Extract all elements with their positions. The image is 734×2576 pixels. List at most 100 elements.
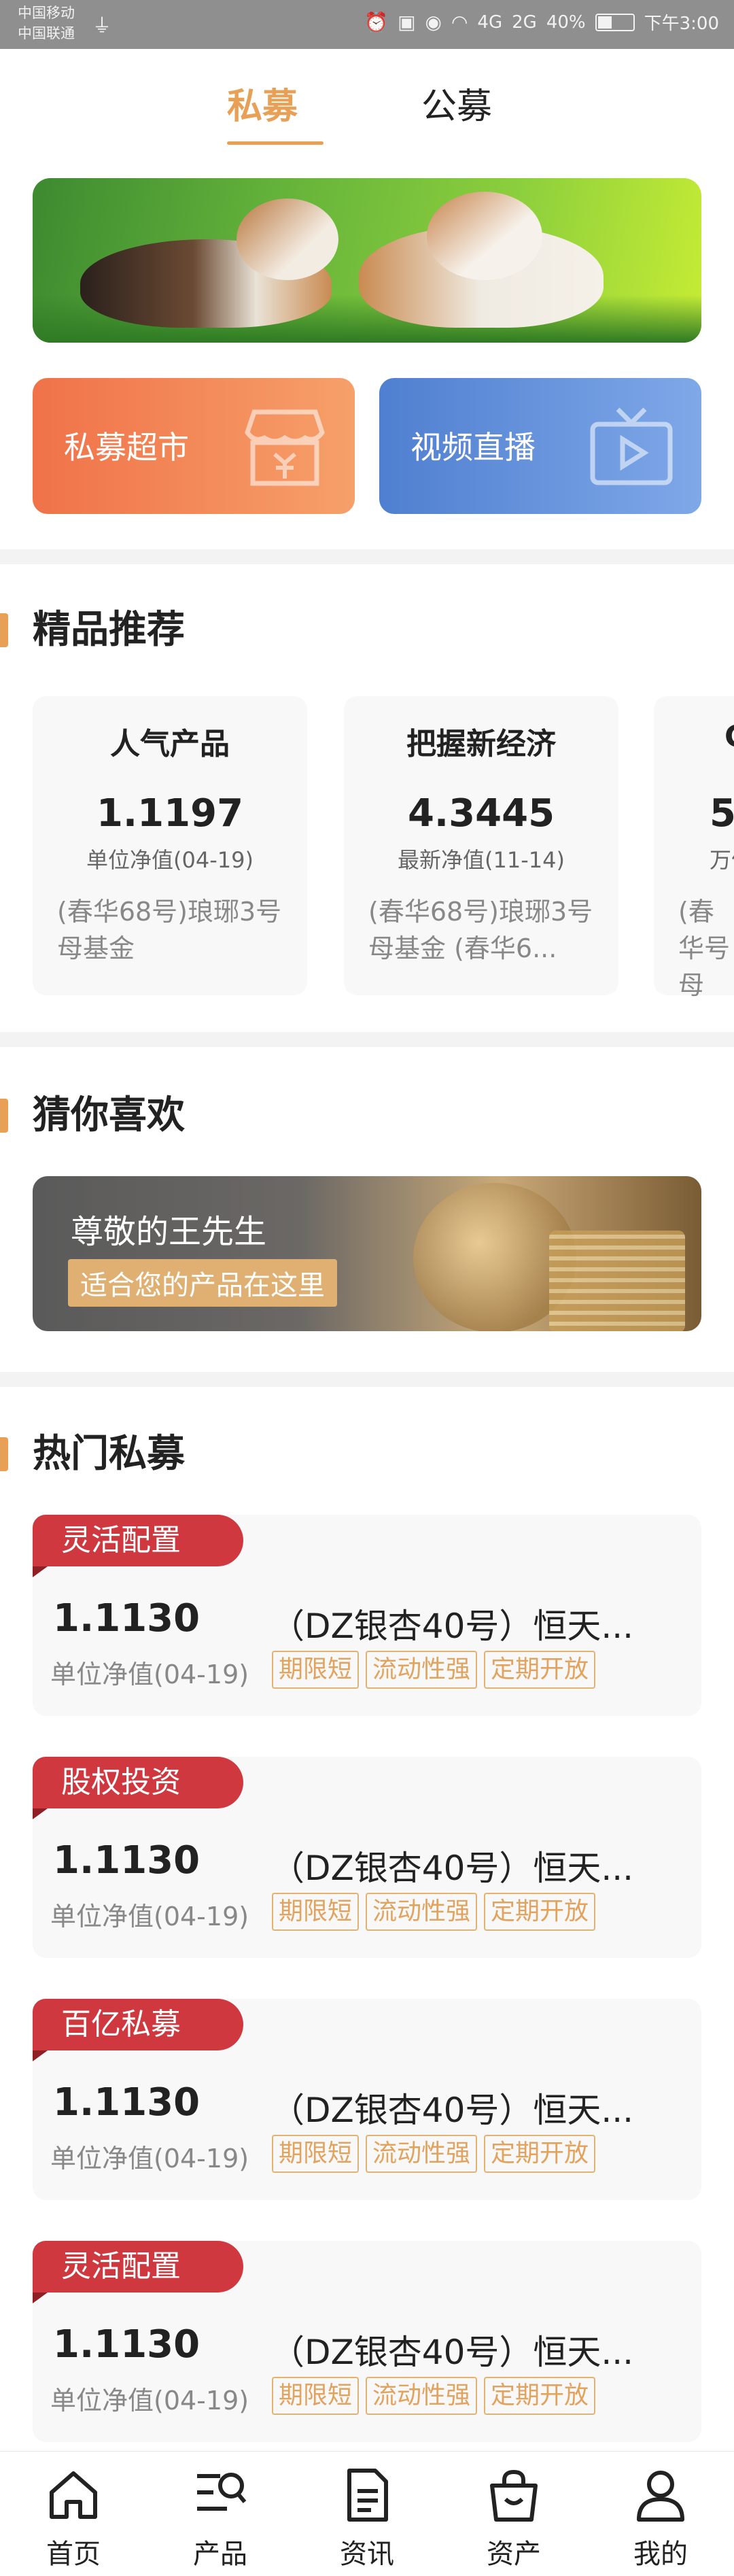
category-badge: 灵活配置	[33, 2241, 243, 2292]
fund-tag: 期限短	[272, 2135, 360, 2173]
fund-tag: 定期开放	[484, 1651, 596, 1689]
nav-news[interactable]: 资讯	[294, 2452, 440, 2576]
nav-news-label: 资讯	[340, 2539, 394, 2570]
bag-icon	[490, 2469, 538, 2522]
fund-nav-value: 1.1130	[53, 1838, 200, 1883]
section-divider	[0, 549, 734, 564]
usb-icon: ⏚	[92, 14, 112, 37]
recommend-title: 精品推荐	[33, 608, 185, 652]
store-icon	[245, 409, 325, 486]
fund-name: （DZ银杏40号）恒天...	[270, 2333, 634, 2372]
fund-tags: 期限短 流动性强 定期开放	[272, 2377, 596, 2415]
fund-tag: 期限短	[272, 1651, 360, 1689]
fund-tag: 期限短	[272, 2377, 360, 2415]
document-icon	[347, 2469, 388, 2522]
active-tab-indicator	[227, 141, 324, 145]
section-divider	[0, 1032, 734, 1047]
hd-icon: ▣	[398, 11, 416, 33]
nav-assets[interactable]: 资产	[440, 2452, 587, 2576]
nav-home-label: 首页	[46, 2539, 101, 2570]
guess-banner[interactable]: 尊敬的王先生 适合您的产品在这里	[33, 1176, 701, 1331]
private-market-label: 私募超市	[64, 429, 189, 466]
fund-nav-value: 1.1130	[53, 2322, 200, 2367]
tv-play-icon	[590, 407, 673, 485]
hot-fund-card[interactable]: 股权投资 1.1130 单位净值(04-19) （DZ银杏40号）恒天... 期…	[33, 1757, 701, 1958]
fund-name: （DZ银杏40号）恒天...	[270, 1607, 634, 1646]
fund-tag: 流动性强	[366, 1893, 478, 1931]
banner-dog-head-2	[427, 192, 542, 280]
fund-tags: 期限短 流动性强 定期开放	[272, 2135, 596, 2173]
tab-private-fund[interactable]: 私募	[227, 78, 298, 128]
fund-nav-unit: 单位净值(04-19)	[50, 1660, 249, 1689]
recommend-card-title: 把握新经济	[406, 727, 556, 761]
guess-tag: 适合您的产品在这里	[68, 1259, 337, 1307]
badge-fold	[33, 1808, 48, 1819]
fund-nav-unit: 单位净值(04-19)	[50, 1902, 249, 1931]
recommend-card-unit: 最新净值(11-14)	[398, 847, 565, 873]
alarm-icon: ⏰	[364, 11, 389, 33]
private-market-button[interactable]: 私募超市	[33, 378, 355, 514]
fund-tags: 期限短 流动性强 定期开放	[272, 1651, 596, 1689]
recommend-card[interactable]: 人气产品 1.1197 单位净值(04-19) (春华68号)琅琊3号母基金	[33, 696, 307, 995]
hot-fund-card[interactable]: 灵活配置 1.1130 单位净值(04-19) （DZ银杏40号）恒天... 期…	[33, 1515, 701, 1716]
recommend-card[interactable]: 把握新经济 4.3445 最新净值(11-14) (春华68号)琅琊3号母基金 …	[344, 696, 618, 995]
bottom-navigation: 首页 产品 资讯 资产 我的	[0, 2451, 734, 2576]
recommend-card-title: C	[724, 719, 734, 754]
fund-tags: 期限短 流动性强 定期开放	[272, 1893, 596, 1931]
recommend-card-fund-name: (春华号母	[678, 897, 731, 1000]
fund-type-tabs: 私募 公募	[0, 49, 734, 151]
home-icon	[50, 2471, 97, 2519]
category-badge: 百亿私募	[33, 1999, 243, 2050]
eye-icon: ◉	[425, 11, 442, 33]
fund-nav-value: 1.1130	[53, 1596, 200, 1641]
guess-greeting: 尊敬的王先生	[71, 1213, 267, 1251]
fund-tag: 定期开放	[484, 2377, 596, 2415]
coins-image	[549, 1231, 685, 1331]
badge-fold	[33, 2292, 48, 2303]
fund-tag: 期限短	[272, 1893, 360, 1931]
section-accent-bar	[0, 613, 8, 647]
product-search-icon	[197, 2473, 247, 2511]
recommend-card-value: 4.3445	[407, 791, 555, 836]
promo-banner[interactable]	[33, 178, 701, 343]
category-badge: 股权投资	[33, 1757, 243, 1808]
fund-nav-unit: 单位净值(04-19)	[50, 2386, 249, 2416]
fund-name: （DZ银杏40号）恒天...	[270, 2091, 634, 2130]
recommend-card-value: 5	[710, 791, 734, 836]
clock: 下午3:00	[644, 14, 719, 34]
recommend-card-partial[interactable]: C 5 万份 (春华号母	[654, 696, 734, 1000]
section-accent-bar	[0, 1437, 8, 1471]
video-live-button[interactable]: 视频直播	[379, 378, 701, 514]
signal-2: 2G	[512, 12, 537, 33]
guess-title: 猜你喜欢	[33, 1093, 185, 1137]
battery-icon	[595, 13, 635, 31]
fund-tag: 定期开放	[484, 1893, 596, 1931]
nav-assets-label: 资产	[487, 2539, 541, 2570]
fund-tag: 流动性强	[366, 2135, 478, 2173]
fund-tag: 流动性强	[366, 2377, 478, 2415]
nav-home[interactable]: 首页	[0, 2452, 147, 2576]
hot-fund-card[interactable]: 灵活配置 1.1130 单位净值(04-19) （DZ银杏40号）恒天... 期…	[33, 2241, 701, 2442]
video-live-label: 视频直播	[410, 429, 536, 466]
recommend-card-unit: 单位净值(04-19)	[86, 847, 254, 873]
badge-fold	[33, 2050, 48, 2061]
carrier-1: 中国移动	[18, 5, 75, 21]
nav-mine-label: 我的	[633, 2539, 688, 2570]
nav-product-label: 产品	[193, 2539, 247, 2570]
tab-public-fund[interactable]: 公募	[421, 78, 492, 128]
user-icon	[637, 2471, 684, 2522]
signal-1: 4G	[477, 12, 503, 33]
battery-percent: 40%	[546, 12, 586, 33]
recommend-card-title: 人气产品	[110, 727, 230, 761]
carrier-2: 中国联通	[18, 25, 75, 41]
nav-mine[interactable]: 我的	[587, 2452, 734, 2576]
carrier-info: 中国移动 中国联通	[18, 3, 75, 44]
wifi-icon: ◠	[451, 11, 468, 33]
recommend-card-unit: 万份	[710, 847, 734, 873]
hot-fund-card[interactable]: 百亿私募 1.1130 单位净值(04-19) （DZ银杏40号）恒天... 期…	[33, 1999, 701, 2200]
status-bar: 中国移动 中国联通 ⏚ ⏰ ▣ ◉ ◠ 4G 2G 40% 下午3:00	[0, 0, 734, 49]
fund-tag: 流动性强	[366, 1651, 478, 1689]
fund-tag: 定期开放	[484, 2135, 596, 2173]
banner-dog-head	[237, 199, 338, 280]
nav-product[interactable]: 产品	[147, 2452, 294, 2576]
